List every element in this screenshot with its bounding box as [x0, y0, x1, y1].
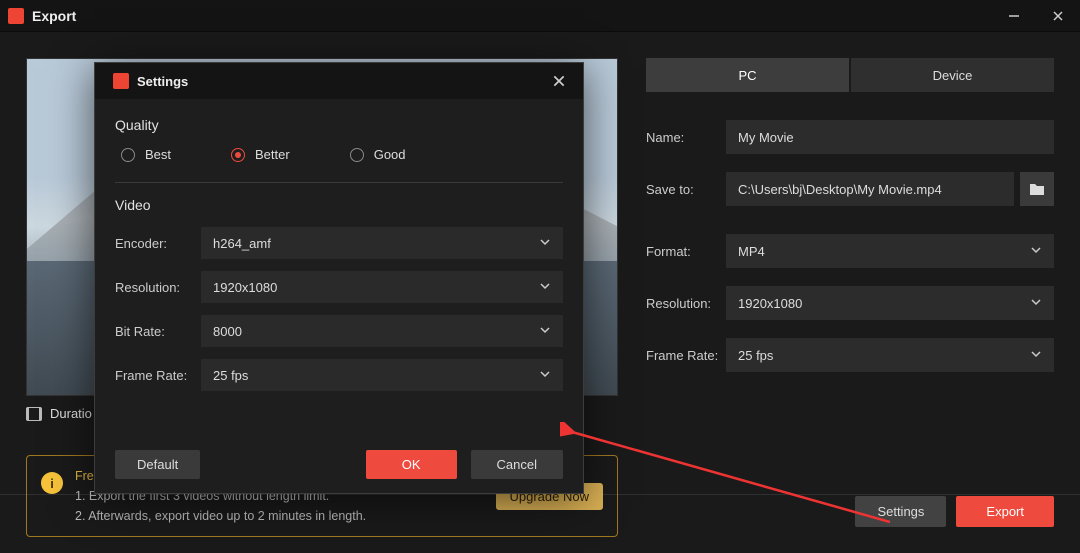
- modal-footer: Default OK Cancel: [95, 450, 583, 479]
- modal-header: Settings: [95, 63, 583, 99]
- radio-good[interactable]: Good: [350, 147, 406, 162]
- annotation-arrow: [560, 422, 950, 552]
- save-to-label: Save to:: [646, 182, 726, 197]
- settings-button[interactable]: Settings: [855, 496, 946, 527]
- radio-dot-icon: [350, 148, 364, 162]
- name-input[interactable]: [726, 120, 1054, 154]
- bit-rate-label: Bit Rate:: [115, 324, 201, 339]
- settings-modal: Settings Quality Best Better Good: [94, 62, 584, 494]
- save-to-input[interactable]: [726, 172, 1014, 206]
- radio-good-label: Good: [374, 147, 406, 162]
- cancel-button[interactable]: Cancel: [471, 450, 563, 479]
- modal-body: Quality Best Better Good Video Encoder:: [95, 99, 583, 391]
- tab-device[interactable]: Device: [851, 58, 1054, 92]
- format-select[interactable]: MP4: [726, 234, 1054, 268]
- encoder-value: h264_amf: [213, 236, 271, 251]
- limitations-line-2: 2. Afterwards, export video up to 2 minu…: [75, 509, 366, 523]
- window-title: Export: [32, 8, 76, 24]
- resolution-value: 1920x1080: [738, 296, 802, 311]
- modal-app-icon: [113, 73, 129, 89]
- radio-better[interactable]: Better: [231, 147, 290, 162]
- resolution-select[interactable]: 1920x1080: [726, 286, 1054, 320]
- quality-radios: Best Better Good: [121, 147, 563, 162]
- encoder-label: Encoder:: [115, 236, 201, 251]
- browse-folder-button[interactable]: [1020, 172, 1054, 206]
- chevron-down-icon: [539, 236, 551, 251]
- bit-rate-value: 8000: [213, 324, 242, 339]
- name-label: Name:: [646, 130, 726, 145]
- chevron-down-icon: [539, 280, 551, 295]
- format-value: MP4: [738, 244, 765, 259]
- modal-resolution-label: Resolution:: [115, 280, 201, 295]
- output-tabs: PC Device: [646, 58, 1054, 92]
- ok-button[interactable]: OK: [366, 450, 457, 479]
- quality-section-title: Quality: [115, 117, 563, 133]
- radio-best[interactable]: Best: [121, 147, 171, 162]
- encoder-select[interactable]: h264_amf: [201, 227, 563, 259]
- chevron-down-icon: [1030, 244, 1042, 259]
- video-section-title: Video: [115, 197, 563, 213]
- frame-rate-select[interactable]: 25 fps: [726, 338, 1054, 372]
- export-button[interactable]: Export: [956, 496, 1054, 527]
- resolution-label: Resolution:: [646, 296, 726, 311]
- radio-dot-icon: [121, 148, 135, 162]
- modal-title: Settings: [137, 74, 188, 89]
- titlebar: Export: [0, 0, 1080, 32]
- minimize-button[interactable]: [992, 0, 1036, 32]
- bit-rate-select[interactable]: 8000: [201, 315, 563, 347]
- chevron-down-icon: [539, 368, 551, 383]
- modal-resolution-select[interactable]: 1920x1080: [201, 271, 563, 303]
- export-panel: PC Device Name: Save to: Format: MP4 Res…: [646, 58, 1054, 390]
- divider: [115, 182, 563, 183]
- default-button[interactable]: Default: [115, 450, 200, 479]
- modal-frame-rate-select[interactable]: 25 fps: [201, 359, 563, 391]
- close-button[interactable]: [1036, 0, 1080, 32]
- radio-best-label: Best: [145, 147, 171, 162]
- modal-frame-rate-label: Frame Rate:: [115, 368, 201, 383]
- modal-close-button[interactable]: [545, 67, 573, 95]
- main-area: Duratio PC Device Name: Save to: Format:…: [0, 32, 1080, 553]
- frame-rate-label: Frame Rate:: [646, 348, 726, 363]
- radio-dot-icon: [231, 148, 245, 162]
- format-label: Format:: [646, 244, 726, 259]
- radio-better-label: Better: [255, 147, 290, 162]
- duration-label: Duratio: [50, 406, 92, 421]
- frame-rate-value: 25 fps: [738, 348, 773, 363]
- chevron-down-icon: [1030, 348, 1042, 363]
- app-icon: [8, 8, 24, 24]
- info-icon: i: [41, 472, 63, 494]
- chevron-down-icon: [539, 324, 551, 339]
- chevron-down-icon: [1030, 296, 1042, 311]
- film-icon: [26, 407, 42, 421]
- modal-frame-rate-value: 25 fps: [213, 368, 248, 383]
- tab-pc[interactable]: PC: [646, 58, 849, 92]
- modal-resolution-value: 1920x1080: [213, 280, 277, 295]
- action-buttons: Settings Export: [855, 496, 1054, 527]
